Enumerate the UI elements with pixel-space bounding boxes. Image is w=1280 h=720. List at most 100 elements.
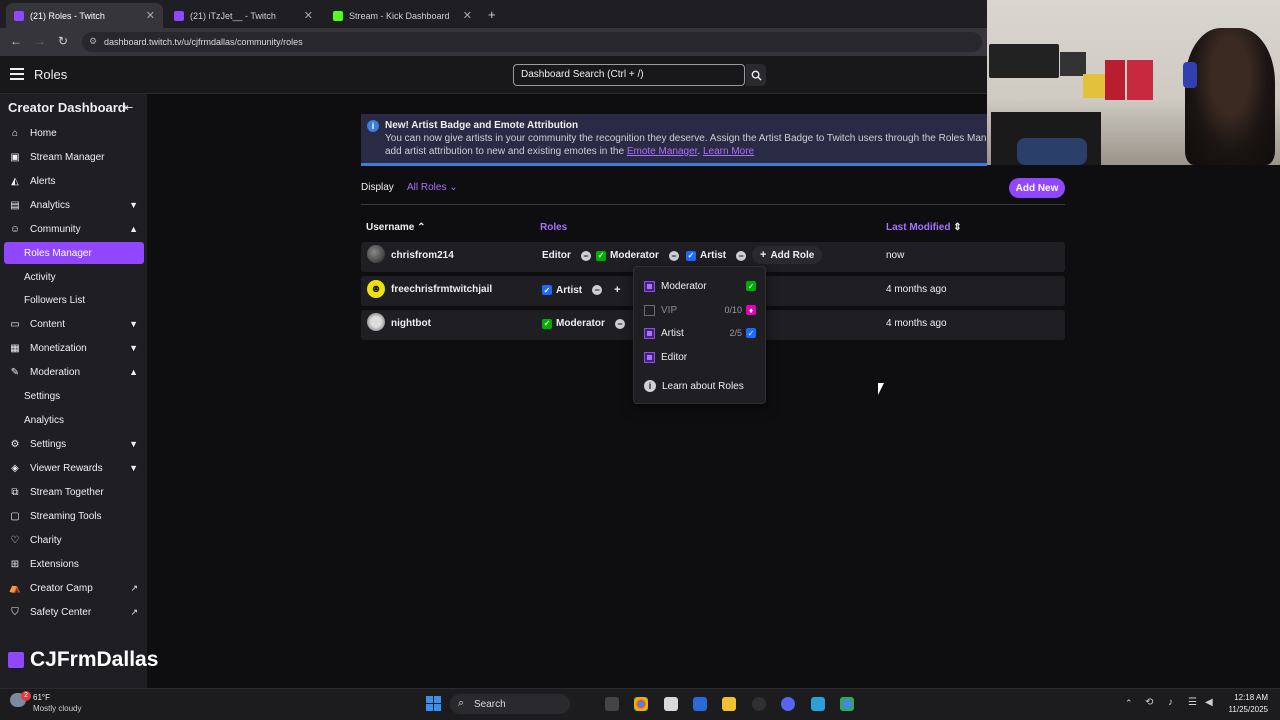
discord-icon[interactable]	[781, 697, 795, 711]
role-label: Moderator	[610, 250, 659, 261]
wifi-icon[interactable]: ☰	[1188, 697, 1197, 708]
sidebar-item-stream-together[interactable]: ⧉ Stream Together	[4, 481, 144, 503]
tray-overflow-icon[interactable]: ⌃	[1125, 698, 1133, 709]
last-modified-column-header[interactable]: Last Modified ⇕	[886, 222, 962, 233]
dashboard-search-input[interactable]: Dashboard Search (Ctrl + /)	[513, 64, 745, 86]
store-icon[interactable]	[693, 697, 707, 711]
sidebar-item-monetization[interactable]: ▦ Monetization ▼	[4, 337, 144, 359]
collapse-sidebar-icon[interactable]: ⇤	[124, 101, 133, 114]
last-modified: 4 months ago	[886, 318, 947, 329]
reload-icon[interactable]: ↻	[58, 34, 68, 48]
sidebar-item-analytics[interactable]: ▤ Analytics ▼	[4, 194, 144, 216]
url-field[interactable]: ⚙ dashboard.twitch.tv/u/cjfrmdallas/comm…	[82, 32, 982, 52]
mic-icon[interactable]: ♪	[1168, 697, 1173, 708]
sidebar-item-label: Safety Center	[30, 606, 92, 618]
dropdown-item-artist[interactable]: Artist 2/5 ✓	[644, 326, 756, 340]
back-icon[interactable]: ←	[10, 34, 22, 48]
sidebar-item-alerts[interactable]: ◭ Alerts	[4, 170, 144, 192]
username-column-header[interactable]: Username ⌃	[366, 222, 426, 233]
chrome-icon[interactable]	[634, 697, 648, 711]
checkbox[interactable]	[644, 304, 655, 316]
close-tab-icon[interactable]: ✕	[304, 9, 313, 22]
network-icon[interactable]: ⟲	[1145, 697, 1153, 708]
checkbox[interactable]	[644, 280, 655, 292]
sidebar-item-viewer-rewards[interactable]: ◈ Viewer Rewards ▼	[4, 457, 144, 479]
twitch-favicon-icon	[174, 10, 184, 21]
wall-poster	[1060, 52, 1086, 76]
remove-role-icon[interactable]: −	[592, 285, 603, 295]
clock-time[interactable]: 12:18 AM	[1226, 693, 1268, 702]
sidebar-item-moderation-analytics[interactable]: Analytics	[4, 409, 144, 431]
task-view-icon[interactable]	[605, 697, 619, 711]
file-explorer-icon[interactable]	[722, 697, 736, 711]
remove-role-icon[interactable]: −	[580, 250, 591, 261]
add-new-button[interactable]: Add New	[1009, 178, 1065, 198]
forward-icon[interactable]: →	[34, 34, 46, 48]
remove-role-icon[interactable]: −	[736, 250, 747, 261]
wall-poster	[989, 44, 1059, 78]
learn-label: Learn about Roles	[662, 380, 744, 392]
username[interactable]: nightbot	[391, 318, 431, 329]
streamer-figure	[1185, 28, 1275, 165]
dropdown-item-moderator[interactable]: Moderator ✓	[644, 279, 756, 293]
close-tab-icon[interactable]: ✕	[463, 9, 472, 22]
taskbar-search-label: Search	[474, 698, 506, 710]
sidebar-item-moderation-settings[interactable]: Settings	[4, 385, 144, 407]
add-role-button[interactable]: + Add Role	[752, 246, 823, 264]
sidebar-item-followers-list[interactable]: Followers List	[4, 289, 144, 311]
close-tab-icon[interactable]: ✕	[146, 9, 155, 22]
volume-icon[interactable]: ◀	[1205, 697, 1213, 708]
emote-manager-link[interactable]: Emote Manager	[627, 146, 698, 157]
role-filter-dropdown[interactable]: All Roles ⌄	[407, 182, 458, 193]
learn-more-link[interactable]: Learn More	[703, 146, 754, 157]
sidebar-item-extensions[interactable]: ⊞ Extensions	[4, 553, 144, 575]
sidebar-item-safety-center[interactable]: ⛉ Safety Center ↗	[4, 601, 144, 623]
obs-icon[interactable]	[752, 697, 766, 711]
info-icon: i	[644, 380, 656, 392]
checkbox[interactable]	[644, 327, 655, 339]
extensions-icon: ⊞	[10, 558, 20, 570]
username[interactable]: chrisfrom214	[391, 250, 454, 261]
sidebar-item-label: Analytics	[24, 414, 65, 426]
sidebar-item-creator-camp[interactable]: ⛺ Creator Camp ↗	[4, 577, 144, 599]
cloth	[1017, 138, 1087, 165]
sidebar-item-community[interactable]: ☺ Community ▲	[4, 218, 144, 240]
tab-roles[interactable]: (21) Roles - Twitch ✕	[6, 3, 163, 28]
learn-about-roles-link[interactable]: i Learn about Roles	[644, 380, 744, 392]
dropdown-item-editor[interactable]: Editor	[644, 350, 756, 364]
sidebar-item-roles-manager[interactable]: Roles Manager	[4, 242, 144, 264]
dropdown-item-vip[interactable]: VIP 0/10 ♦	[644, 303, 756, 317]
last-modified: now	[886, 250, 905, 261]
sidebar-item-content[interactable]: ▭ Content ▼	[4, 313, 144, 335]
remove-role-icon[interactable]: −	[614, 318, 625, 329]
menu-icon[interactable]	[10, 68, 24, 80]
sidebar-item-moderation[interactable]: ✎ Moderation ▲	[4, 361, 144, 383]
tab-itzjet[interactable]: (21) iTzJet__ - Twitch ✕	[166, 3, 321, 28]
sidebar-item-activity[interactable]: Activity	[4, 266, 144, 288]
external-link-icon: ↗	[130, 582, 138, 593]
tab-kick[interactable]: Stream - Kick Dashboard ✕	[325, 3, 480, 28]
taskbar-search[interactable]: ⌕ Search	[450, 694, 570, 714]
chevron-down-icon: ▼	[129, 463, 138, 473]
community-icon: ☺	[9, 223, 21, 235]
new-tab-icon[interactable]: +	[488, 7, 496, 22]
add-role-icon[interactable]: +	[614, 284, 620, 296]
remove-role-icon[interactable]: −	[668, 250, 679, 261]
sidebar-item-charity[interactable]: ♡ Charity	[4, 529, 144, 551]
windows-start-icon[interactable]	[426, 696, 441, 711]
settings-icon: ⚙	[10, 438, 20, 450]
clock-date[interactable]: 11/25/2025	[1216, 705, 1268, 714]
sidebar-item-stream-manager[interactable]: ▣ Stream Manager	[4, 146, 144, 168]
artist-badge-icon: ✓	[746, 328, 756, 338]
checkbox[interactable]	[644, 351, 655, 363]
sidebar-item-home[interactable]: ⌂ Home	[4, 122, 144, 144]
site-info-icon[interactable]: ⚙	[89, 36, 97, 47]
search-button[interactable]	[746, 64, 766, 86]
sidebar-item-streaming-tools[interactable]: ▢ Streaming Tools	[4, 505, 144, 527]
chrome-profile-icon[interactable]	[840, 697, 854, 711]
app-icon[interactable]	[811, 697, 825, 711]
notepad-icon[interactable]	[664, 697, 678, 711]
username[interactable]: freechrisfrmtwitchjail	[391, 284, 492, 295]
role-chip-artist: ✓ Artist −	[686, 250, 747, 261]
sidebar-item-settings[interactable]: ⚙ Settings ▼	[4, 433, 144, 455]
